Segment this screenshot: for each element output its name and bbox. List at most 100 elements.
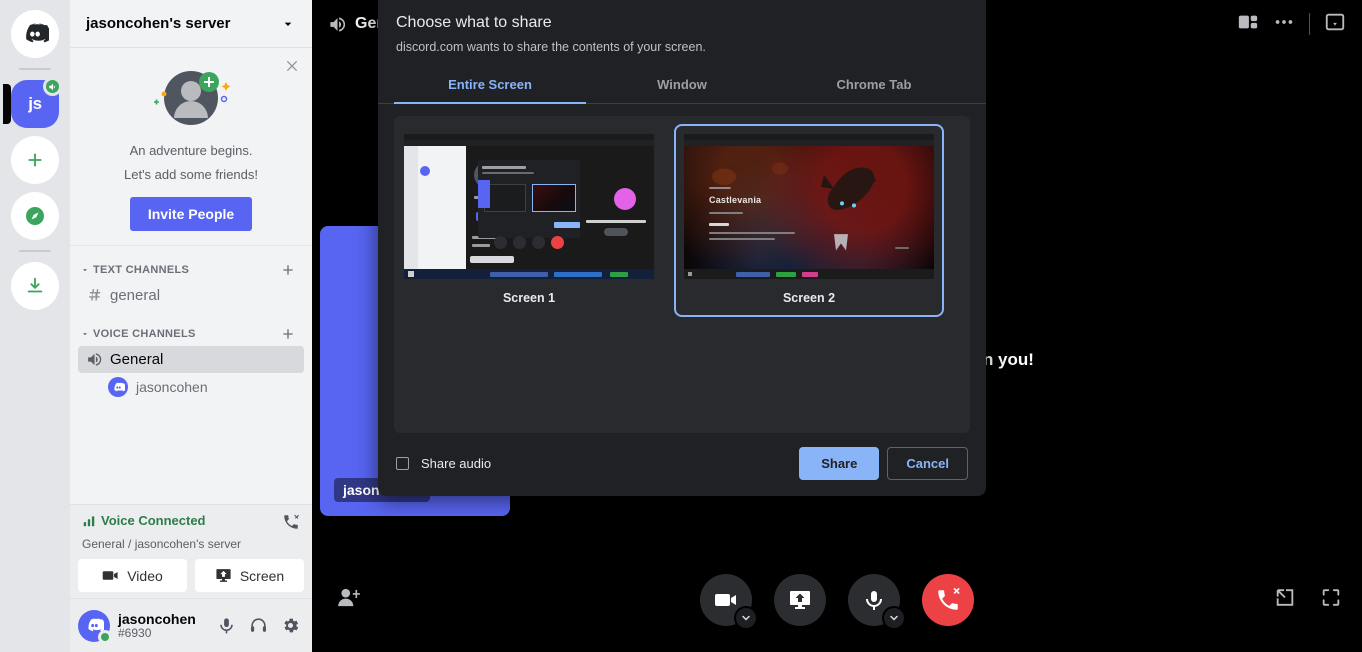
- screen-share-button[interactable]: Screen: [195, 559, 304, 592]
- add-voice-channel-icon[interactable]: [280, 326, 296, 342]
- microphone-icon: [219, 618, 233, 634]
- sidebar-item-server-js[interactable]: js: [3, 77, 62, 128]
- server-initials: js: [28, 94, 42, 113]
- dialog-subtitle: discord.com wants to share the contents …: [396, 40, 706, 54]
- server-name: jasoncohen's server: [86, 15, 231, 32]
- server-voice-badge-icon: [43, 77, 62, 96]
- camera-icon: [715, 594, 736, 606]
- popout-window-button[interactable]: [1324, 11, 1346, 38]
- share-audio-checkbox[interactable]: Share audio: [396, 456, 491, 471]
- tab-chrome-tab[interactable]: Chrome Tab: [778, 68, 970, 103]
- screen1-preview-art: [404, 134, 654, 279]
- download-icon: [27, 277, 43, 293]
- microphone-options-button[interactable]: [882, 606, 906, 630]
- category-text: VOICE CHANNELS: [93, 328, 196, 341]
- popout-window-icon: [1325, 13, 1345, 30]
- status-badge: [98, 629, 112, 644]
- split-view-icon: [1238, 15, 1258, 28]
- dialog-actions: Share Cancel: [799, 447, 968, 480]
- voice-status: Voice Connected: [82, 513, 206, 528]
- camera-options-button[interactable]: [734, 606, 758, 630]
- chevron-down-icon: [82, 333, 88, 336]
- download-apps-button[interactable]: [11, 262, 59, 310]
- screen-button-label: Screen: [239, 567, 285, 584]
- add-person-button[interactable]: [336, 585, 362, 616]
- gear-icon: [283, 618, 298, 633]
- category-text: TEXT CHANNELS: [93, 264, 190, 277]
- source-label-screen-1: Screen 1: [502, 291, 556, 305]
- source-list: Screen 1 Castlevania Screen 2: [394, 116, 970, 433]
- user-controls: [212, 612, 304, 640]
- plus-icon: [28, 153, 42, 167]
- user-discriminator: #6930: [118, 625, 152, 640]
- more-options-button[interactable]: [1273, 11, 1295, 38]
- mute-microphone-button[interactable]: [212, 612, 240, 640]
- server-header[interactable]: jasoncohen's server: [70, 0, 312, 48]
- category-text-channels[interactable]: TEXT CHANNELS: [78, 262, 304, 282]
- hangup-call-icon: [938, 587, 960, 610]
- invite-promo-card: An adventure begins. Let's add some frie…: [70, 48, 312, 247]
- call-view-actions: [1274, 587, 1342, 614]
- promo-line-1: An adventure begins.: [129, 143, 253, 158]
- fullscreen-button[interactable]: [1320, 587, 1342, 614]
- share-audio-label: Share audio: [421, 456, 492, 471]
- discord-home-icon: [26, 23, 49, 43]
- sidebar-item-general-voice[interactable]: General: [78, 346, 304, 374]
- user-panel: jasoncohen #6930: [70, 598, 312, 652]
- compass-icon: [26, 207, 44, 225]
- avatar[interactable]: [78, 609, 112, 644]
- toggle-microphone-button[interactable]: [848, 574, 906, 630]
- invite-people-button[interactable]: Invite People: [129, 197, 253, 232]
- tab-entire-screen[interactable]: Entire Screen: [394, 68, 586, 104]
- add-server-button[interactable]: [11, 136, 59, 184]
- disconnect-call-button[interactable]: [282, 513, 300, 536]
- server-rail: js: [0, 0, 70, 652]
- user-settings-button[interactable]: [276, 612, 304, 640]
- chevron-down-icon: [82, 269, 88, 272]
- speaker-icon: [330, 17, 346, 31]
- preview-title: Castlevania: [709, 195, 762, 206]
- cancel-button[interactable]: Cancel: [887, 447, 968, 480]
- voice-member-jasoncohen[interactable]: jasoncohen: [78, 374, 304, 400]
- source-card-screen-1[interactable]: Screen 1: [394, 124, 664, 317]
- tab-window[interactable]: Window: [586, 68, 778, 103]
- promo-illustration: [80, 64, 302, 136]
- text-channels-section: TEXT CHANNELS general: [70, 246, 312, 310]
- chevron-down-icon: [742, 615, 750, 621]
- camera-icon: [102, 571, 118, 580]
- voice-channel-path: General / jasoncohen's server: [82, 537, 242, 551]
- toggle-screenshare-button[interactable]: [774, 574, 826, 626]
- signal-icon: [83, 515, 95, 526]
- hash-icon: [89, 289, 101, 301]
- voice-channels-section: VOICE CHANNELS General jasoncohen: [70, 310, 312, 400]
- source-thumbnail-screen-2: Castlevania: [684, 134, 934, 279]
- screen-share-dialog: Choose what to share discord.com wants t…: [378, 0, 986, 496]
- headphones-icon: [250, 618, 266, 632]
- disconnect-button[interactable]: [922, 574, 974, 626]
- category-voice-channels[interactable]: VOICE CHANNELS: [78, 326, 304, 346]
- source-card-screen-2[interactable]: Castlevania Screen 2: [674, 124, 944, 317]
- toggle-camera-button[interactable]: [700, 574, 758, 630]
- dialog-tabs: Entire Screen Window Chrome Tab: [378, 68, 986, 104]
- add-text-channel-icon[interactable]: [280, 262, 296, 278]
- deafen-button[interactable]: [244, 612, 272, 640]
- promo-line-2: Let's add some friends!: [124, 166, 258, 182]
- sidebar-item-general-text[interactable]: general: [78, 282, 304, 309]
- popout-icon: [1276, 589, 1294, 606]
- active-server-pill: [3, 84, 11, 124]
- popout-button[interactable]: [1274, 587, 1296, 614]
- share-button[interactable]: Share: [799, 447, 880, 480]
- fullscreen-icon: [1322, 589, 1340, 606]
- discord-home-button[interactable]: [11, 10, 59, 58]
- user-identity: jasoncohen #6930: [118, 611, 204, 641]
- video-button-label: Video: [127, 567, 163, 584]
- screen2-preview-art: Castlevania: [684, 134, 934, 279]
- screen-share-icon: [790, 591, 810, 609]
- channel-sidebar: jasoncohen's server An adventure begins.…: [70, 0, 312, 652]
- call-controls-bar: [312, 548, 1362, 652]
- chevron-down-icon: [890, 615, 898, 621]
- split-view-button[interactable]: [1237, 11, 1259, 38]
- explore-servers-button[interactable]: [11, 192, 59, 240]
- video-button[interactable]: Video: [78, 559, 187, 592]
- username: jasoncohen: [118, 610, 196, 627]
